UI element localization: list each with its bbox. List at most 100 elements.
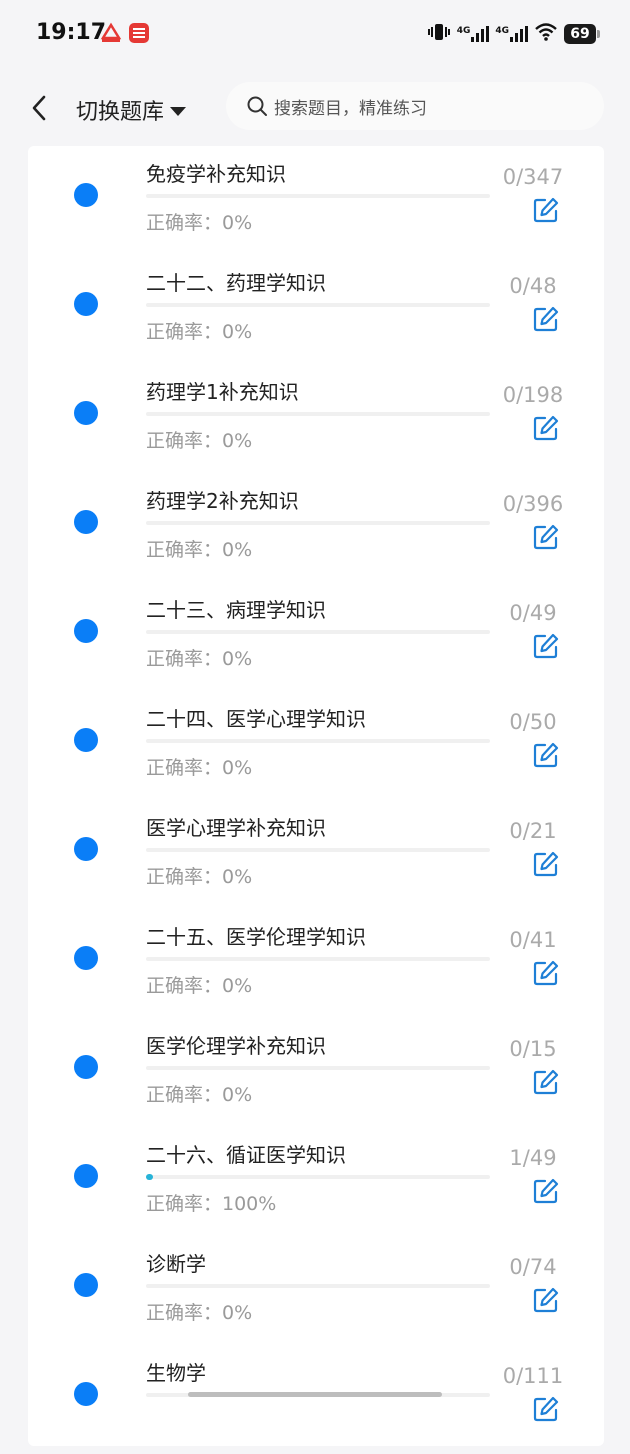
edit-practice-icon[interactable] [533,524,559,550]
chapter-name: 诊断学 [146,1252,206,1276]
accuracy-text: 正确率：0% [146,648,253,670]
progress-bar [146,1284,490,1288]
status-bar: 19:17 4G 4G 69 [0,0,630,70]
search-bar[interactable]: 搜索题目，精准练习 [226,82,604,130]
progress-bar [146,303,490,307]
accuracy-text: 正确率：0% [146,430,253,452]
switch-bank-label: 切换题库 [76,100,165,125]
progress-count: 0/48 [509,274,557,298]
vibrate-icon [427,22,451,46]
chapter-name: 二十二、药理学知识 [146,271,326,295]
status-dot [74,837,98,861]
status-dot [74,183,98,207]
progress-count: 0/15 [509,1037,557,1061]
chapter-name: 免疫学补充知识 [146,162,286,186]
list-item[interactable]: 免疫学补充知识 正确率：0% 0/347 [28,146,604,255]
edit-practice-icon[interactable] [533,197,559,223]
accuracy-text: 正确率：0% [146,321,253,343]
status-dot [74,292,98,316]
net-label: 4G [456,26,471,36]
accuracy-text: 正确率：0% [146,866,253,888]
progress-count: 0/111 [502,1364,564,1388]
edit-practice-icon[interactable] [533,415,559,441]
progress-bar [146,521,490,525]
signal-4g-icon-2: 4G [495,26,528,42]
chapter-name: 医学心理学补充知识 [146,816,326,840]
list-item[interactable]: 医学伦理学补充知识 正确率：0% 0/15 [28,1018,604,1127]
edit-practice-icon[interactable] [533,306,559,332]
status-dot [74,1273,98,1297]
progress-count: 1/49 [509,1146,557,1170]
chapter-name: 生物学 [146,1361,206,1385]
caret-down-icon [170,106,187,116]
chapter-list: 免疫学补充知识 正确率：0% 0/347 二十二、药理学知识 正确率：0% 0/48 药理学… [28,146,604,1446]
progress-fill [146,1174,154,1180]
status-dot [74,510,98,534]
edit-practice-icon[interactable] [533,851,559,877]
progress-count: 0/49 [509,601,557,625]
list-item[interactable]: 诊断学正确率：0% 0/74 [28,1236,604,1345]
progress-bar [146,957,490,961]
list-item[interactable]: 二十四、医学心理学知识 正确率：0% 0/50 [28,691,604,800]
list-item[interactable]: 药理学1补充知识 正确率：0% 0/198 [28,364,604,473]
accuracy-text: 正确率：0% [146,1302,253,1324]
app-notification-icon [100,22,122,44]
chapter-name: 二十六、循证医学知识 [146,1143,346,1167]
accuracy-text: 正确率：0% [146,539,253,561]
chapter-name: 二十三、病理学知识 [146,598,326,622]
app-notification-icon-2 [128,22,150,44]
status-dot [74,728,98,752]
list-item[interactable]: 二十六、循证医学知识 正确率：100% 1/49 [28,1127,604,1236]
edit-practice-icon[interactable] [533,1287,559,1313]
home-indicator[interactable] [188,1392,442,1397]
progress-bar [146,739,490,743]
edit-practice-icon[interactable] [533,960,559,986]
accuracy-text: 正确率：0% [146,1084,253,1106]
progress-bar [146,194,490,198]
progress-count: 0/198 [502,383,564,407]
progress-count: 0/396 [502,492,564,516]
status-dot [74,1382,98,1406]
wifi-icon [534,22,558,46]
progress-bar [146,1174,490,1180]
list-item[interactable]: 二十五、医学伦理学知识 正确率：0% 0/41 [28,909,604,1018]
signal-4g-icon: 4G [457,26,490,42]
progress-bar [146,630,490,634]
progress-bar [146,1066,490,1070]
net-label-2: 4G [495,26,509,36]
search-placeholder: 搜索题目，精准练习 [274,98,427,119]
chapter-name: 医学伦理学补充知识 [146,1034,326,1058]
edit-practice-icon[interactable] [533,633,559,659]
list-item[interactable]: 二十三、病理学知识 正确率：0% 0/49 [28,582,604,691]
progress-bar [146,412,490,416]
status-dot [74,946,98,970]
progress-bar [146,848,490,852]
accuracy-text: 正确率：0% [146,212,253,234]
status-icons: 4G 4G 69 [427,20,600,48]
progress-count: 0/74 [509,1255,557,1279]
status-dot [74,1055,98,1079]
chapter-name: 药理学2补充知识 [146,489,299,513]
accuracy-text: 正确率：100% [146,1193,277,1215]
accuracy-text: 正确率：0% [146,757,253,779]
chapter-name: 二十五、医学伦理学知识 [146,925,366,949]
list-item[interactable]: 医学心理学补充知识 正确率：0% 0/21 [28,800,604,909]
edit-practice-icon[interactable] [533,742,559,768]
chapter-name: 二十四、医学心理学知识 [146,707,366,731]
list-item[interactable]: 药理学2补充知识 正确率：0% 0/396 [28,473,604,582]
progress-count: 0/41 [509,928,557,952]
back-button[interactable] [26,90,56,126]
header: 切换题库 搜索题目，精准练习 [0,70,630,146]
status-dot [74,401,98,425]
progress-count: 0/347 [502,165,564,189]
edit-practice-icon[interactable] [533,1069,559,1095]
list-item[interactable]: 二十二、药理学知识 正确率：0% 0/48 [28,255,604,364]
status-time: 19:17 [36,20,107,45]
switch-bank-dropdown[interactable]: 切换题库 [76,94,187,126]
status-dot [74,1164,98,1188]
status-dot [74,619,98,643]
battery-indicator: 69 [564,24,600,44]
chapter-name: 药理学1补充知识 [146,380,299,404]
search-icon [247,96,267,116]
edit-practice-icon[interactable] [533,1178,559,1204]
